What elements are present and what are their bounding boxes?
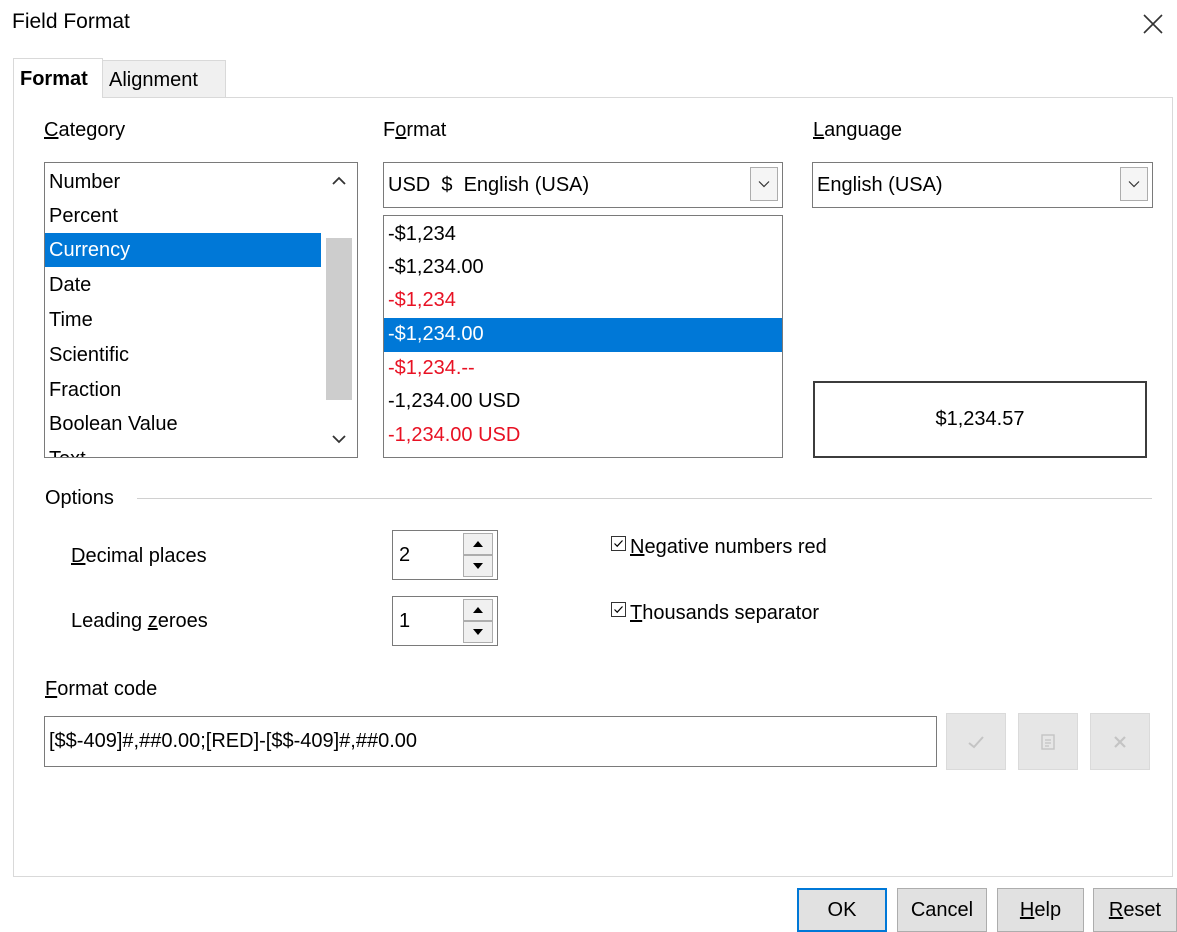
- category-list[interactable]: Number Percent Currency Date Time Scient…: [44, 162, 358, 458]
- chevron-down-icon: [332, 435, 346, 444]
- language-label: Language: [813, 119, 902, 141]
- options-label: Options: [45, 487, 114, 509]
- decimal-places-increment[interactable]: [463, 533, 493, 555]
- format-preview: $1,234.57: [813, 381, 1147, 458]
- format-label: Format: [383, 119, 447, 141]
- category-scrollbar[interactable]: [321, 163, 357, 457]
- comment-icon: [1041, 733, 1055, 750]
- options-divider: [137, 498, 1152, 499]
- format-item[interactable]: -1,234.00 USD: [384, 385, 782, 419]
- chevron-down-icon: [758, 181, 770, 188]
- close-icon: [1143, 14, 1163, 34]
- leading-zeroes-increment[interactable]: [463, 599, 493, 621]
- cancel-button[interactable]: Cancel: [897, 888, 987, 932]
- category-item-number[interactable]: Number: [45, 165, 321, 199]
- checkbox-checked-icon[interactable]: [611, 536, 626, 551]
- preview-value: $1,234.57: [935, 408, 1025, 430]
- category-item-date[interactable]: Date: [45, 268, 321, 302]
- close-button[interactable]: [1135, 6, 1171, 42]
- negative-numbers-red-checkbox[interactable]: Negative numbers red: [611, 536, 827, 559]
- language-combo[interactable]: English (USA): [812, 162, 1153, 208]
- category-item-time[interactable]: Time: [45, 303, 321, 337]
- decimal-places-spinner[interactable]: 2: [392, 530, 498, 580]
- tab-format[interactable]: Format: [13, 58, 103, 98]
- format-item[interactable]: -$1,234.00: [384, 251, 782, 285]
- format-currency-combo[interactable]: USD $ English (USA): [383, 162, 783, 208]
- ok-button[interactable]: OK: [797, 888, 887, 932]
- checkbox-checked-icon[interactable]: [611, 602, 626, 617]
- scroll-thumb[interactable]: [326, 238, 352, 400]
- tab-alignment[interactable]: Alignment: [103, 60, 226, 98]
- scroll-down-button[interactable]: [321, 421, 357, 457]
- format-code-input[interactable]: [$$-409]#,##0.00;[RED]-[$$-409]#,##0.00: [44, 716, 937, 767]
- reset-button[interactable]: Reset: [1093, 888, 1177, 932]
- category-item-text[interactable]: Text: [45, 442, 321, 457]
- format-item[interactable]: -$1,234.--: [384, 352, 782, 386]
- language-value: English (USA): [817, 174, 943, 196]
- leading-zeroes-decrement[interactable]: [463, 621, 493, 643]
- triangle-down-icon: [473, 629, 483, 635]
- triangle-up-icon: [473, 541, 483, 547]
- format-dropdown-button[interactable]: [750, 167, 778, 201]
- category-item-fraction[interactable]: Fraction: [45, 373, 321, 407]
- leading-zeroes-label: Leading zeroes: [71, 610, 208, 632]
- format-item[interactable]: -1,234.00 USD: [384, 419, 782, 453]
- triangle-up-icon: [473, 607, 483, 613]
- category-item-currency[interactable]: Currency: [45, 233, 321, 267]
- thousands-separator-checkbox[interactable]: Thousands separator: [611, 602, 819, 625]
- triangle-down-icon: [473, 563, 483, 569]
- decimal-places-value[interactable]: 2: [399, 531, 410, 579]
- leading-zeroes-value[interactable]: 1: [399, 597, 410, 645]
- chevron-up-icon: [332, 176, 346, 185]
- chevron-down-icon: [1128, 181, 1140, 188]
- dialog-title: Field Format: [12, 10, 130, 33]
- format-item[interactable]: -$1,234: [384, 218, 782, 252]
- leading-zeroes-spinner[interactable]: 1: [392, 596, 498, 646]
- format-item-selected[interactable]: -$1,234.00: [384, 318, 782, 352]
- category-item-scientific[interactable]: Scientific: [45, 338, 321, 372]
- format-code-label: Format code: [45, 678, 158, 700]
- category-label: Category: [44, 119, 126, 141]
- delete-icon: [1114, 735, 1126, 748]
- add-comment-button[interactable]: [1018, 713, 1078, 770]
- category-item-boolean-value[interactable]: Boolean Value: [45, 407, 321, 441]
- decimal-places-label: Decimal places: [71, 545, 207, 567]
- checkmark-icon: [968, 735, 984, 748]
- format-list[interactable]: -$1,234 -$1,234.00 -$1,234 -$1,234.00 -$…: [383, 215, 783, 458]
- help-button[interactable]: Help: [997, 888, 1084, 932]
- category-item-percent[interactable]: Percent: [45, 199, 321, 233]
- decimal-places-decrement[interactable]: [463, 555, 493, 577]
- format-currency-value: USD $ English (USA): [388, 174, 590, 196]
- apply-format-button[interactable]: [946, 713, 1006, 770]
- format-item[interactable]: -$1,234: [384, 284, 782, 318]
- language-dropdown-button[interactable]: [1120, 167, 1148, 201]
- delete-format-button[interactable]: [1090, 713, 1150, 770]
- scroll-up-button[interactable]: [321, 163, 357, 199]
